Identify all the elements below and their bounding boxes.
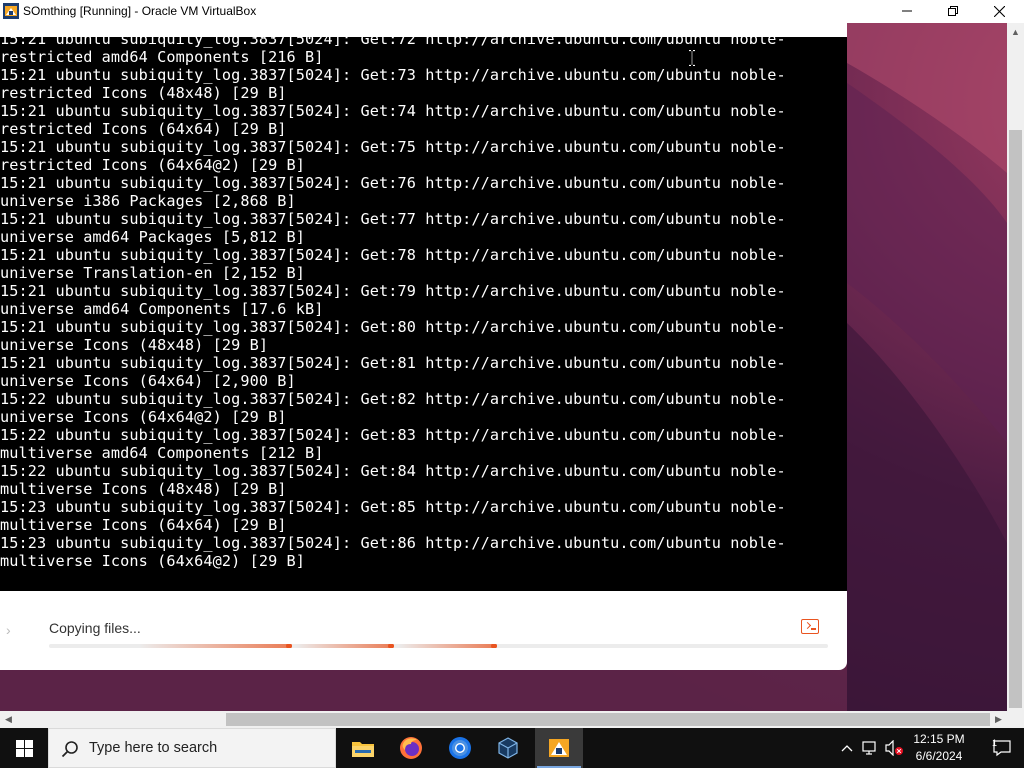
terminal-log-line: universe Translation-en [2,152 B] xyxy=(0,264,306,282)
scrollbar-corner xyxy=(1007,711,1024,728)
progress-pulse xyxy=(398,644,497,648)
window-titlebar[interactable]: SOmthing [Running] - Oracle VM VirtualBo… xyxy=(0,0,1024,23)
terminal-log-line: restricted Icons (48x48) [29 B] xyxy=(0,84,287,102)
terminal-log-line: universe amd64 Packages [5,812 B] xyxy=(0,228,306,246)
vm-display[interactable]: 15:21 ubuntu subiquity_log.3837[5024]: G… xyxy=(0,23,1007,711)
clock-time: 12:15 PM xyxy=(913,732,965,746)
virtualbox-app-icon xyxy=(3,3,19,19)
scroll-left-icon[interactable]: ◀ xyxy=(0,711,17,728)
terminal-log-line: 15:22 ubuntu subiquity_log.3837[5024]: G… xyxy=(0,426,786,444)
taskbar-search-box[interactable]: Type here to search xyxy=(48,728,336,768)
network-icon xyxy=(862,741,876,755)
text-cursor-icon xyxy=(689,50,695,66)
terminal-log-line: restricted Icons (64x64@2) [29 B] xyxy=(0,156,306,174)
notifications-button[interactable] xyxy=(980,728,1024,768)
scroll-right-icon[interactable]: ▶ xyxy=(990,711,1007,728)
terminal-log-line: 15:23 ubuntu subiquity_log.3837[5024]: G… xyxy=(0,498,786,516)
terminal-log-line: 15:21 ubuntu subiquity_log.3837[5024]: G… xyxy=(0,66,786,84)
horizontal-scrollbar[interactable]: ◀ ▶ xyxy=(0,711,1007,728)
install-progress-bar xyxy=(49,644,828,648)
search-icon xyxy=(61,741,78,758)
start-button[interactable] xyxy=(0,728,48,768)
progress-pulse xyxy=(295,644,394,648)
progress-pulse xyxy=(139,644,292,648)
terminal-log-line: universe Icons (64x64) [2,900 B] xyxy=(0,372,296,390)
terminal-log-line: multiverse Icons (48x48) [29 B] xyxy=(0,480,287,498)
terminal-log-line: 15:21 ubuntu subiquity_log.3837[5024]: G… xyxy=(0,318,786,336)
volume-status[interactable] xyxy=(884,728,906,768)
minimize-button[interactable] xyxy=(884,0,930,22)
taskbar-chrome[interactable] xyxy=(436,728,484,768)
close-button[interactable] xyxy=(976,0,1022,22)
firefox-icon xyxy=(400,737,422,759)
taskbar-virtualbox[interactable] xyxy=(484,728,532,768)
terminal-log-line: 15:21 ubuntu subiquity_log.3837[5024]: G… xyxy=(0,138,786,156)
terminal-toggle-icon[interactable] xyxy=(801,619,819,634)
terminal-log-line: restricted amd64 Components [216 B] xyxy=(0,48,324,66)
close-icon xyxy=(993,5,1005,17)
volume-muted-icon xyxy=(885,740,903,756)
terminal-log-line: multiverse Icons (64x64) [29 B] xyxy=(0,516,287,534)
terminal-log-line: multiverse amd64 Components [212 B] xyxy=(0,444,324,462)
terminal-log-line: 15:21 ubuntu subiquity_log.3837[5024]: G… xyxy=(0,102,786,120)
terminal-log-line: universe Icons (48x48) [29 B] xyxy=(0,336,269,354)
virtualbox-vm-icon xyxy=(549,739,569,757)
file-explorer-icon xyxy=(352,742,374,757)
show-hidden-icons-button[interactable] xyxy=(838,728,856,768)
restore-button[interactable] xyxy=(930,0,976,22)
terminal-log-line: universe i386 Packages [2,868 B] xyxy=(0,192,296,210)
virtualbox-icon xyxy=(498,737,518,759)
restore-icon xyxy=(948,6,958,16)
minimize-icon xyxy=(902,10,912,12)
install-status-text: Copying files... xyxy=(49,620,141,636)
vertical-scrollbar[interactable]: ▲ xyxy=(1007,23,1024,711)
clock-date: 6/6/2024 xyxy=(915,749,963,763)
terminal-log-line: 15:21 ubuntu subiquity_log.3837[5024]: G… xyxy=(0,174,786,192)
chevron-up-icon xyxy=(841,745,853,752)
terminal-log-line: universe Icons (64x64@2) [29 B] xyxy=(0,408,287,426)
scroll-up-icon[interactable]: ▲ xyxy=(1007,23,1024,40)
taskbar-virtualbox-vm[interactable] xyxy=(535,728,583,768)
window-title: SOmthing [Running] - Oracle VM VirtualBo… xyxy=(23,4,257,18)
terminal-log-line: 15:23 ubuntu subiquity_log.3837[5024]: G… xyxy=(0,534,786,552)
terminal-log-line: 15:22 ubuntu subiquity_log.3837[5024]: G… xyxy=(0,390,786,408)
system-clock[interactable]: 12:15 PM 6/6/2024 xyxy=(904,731,974,765)
notification-count: 1 xyxy=(992,738,998,748)
terminal-log-line: 15:21 ubuntu subiquity_log.3837[5024]: G… xyxy=(0,282,786,300)
installer-log-terminal[interactable]: 15:21 ubuntu subiquity_log.3837[5024]: G… xyxy=(0,37,847,591)
vertical-scroll-thumb[interactable] xyxy=(1009,130,1022,708)
terminal-log-line: 15:22 ubuntu subiquity_log.3837[5024]: G… xyxy=(0,462,786,480)
terminal-log-line: 15:21 ubuntu subiquity_log.3837[5024]: G… xyxy=(0,354,786,372)
terminal-log-line: 15:21 ubuntu subiquity_log.3837[5024]: G… xyxy=(0,37,786,48)
terminal-log-line: 15:21 ubuntu subiquity_log.3837[5024]: G… xyxy=(0,210,786,228)
expand-chevron-icon[interactable]: › xyxy=(6,622,11,638)
windows-logo-icon xyxy=(15,739,33,757)
chrome-icon xyxy=(449,737,471,759)
taskbar-file-explorer[interactable] xyxy=(339,728,387,768)
terminal-log-line: multiverse Icons (64x64@2) [29 B] xyxy=(0,552,306,570)
horizontal-scroll-thumb[interactable] xyxy=(226,713,990,726)
network-status[interactable] xyxy=(860,728,882,768)
search-placeholder: Type here to search xyxy=(89,740,218,756)
taskbar-firefox[interactable] xyxy=(387,728,435,768)
installer-dialog: 15:21 ubuntu subiquity_log.3837[5024]: G… xyxy=(0,23,847,670)
terminal-log-line: universe amd64 Components [17.6 kB] xyxy=(0,300,324,318)
windows-taskbar: Type here to search 12:15 PM 6/6/2024 1 xyxy=(0,728,1024,768)
terminal-log-line: 15:21 ubuntu subiquity_log.3837[5024]: G… xyxy=(0,246,786,264)
terminal-log-line: restricted Icons (64x64) [29 B] xyxy=(0,120,287,138)
